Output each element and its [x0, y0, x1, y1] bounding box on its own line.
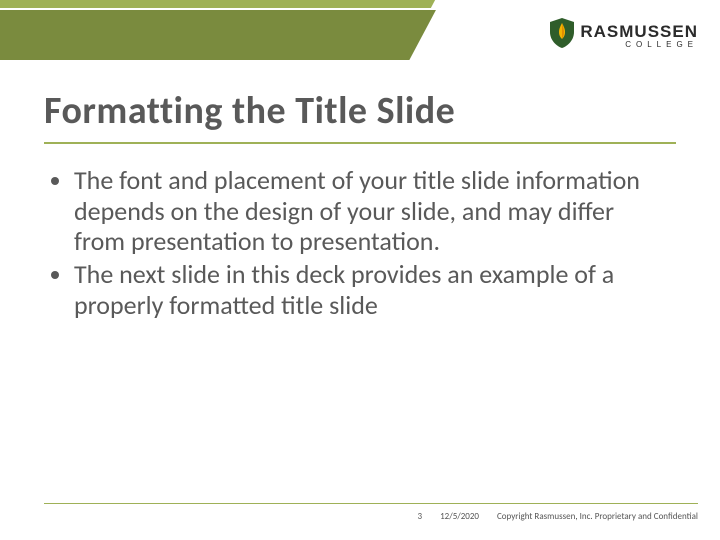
brand-subtitle: COLLEGE [625, 41, 698, 49]
bullet-item: The next slide in this deck provides an … [74, 259, 648, 320]
footer-divider [44, 503, 698, 504]
footer: 3 12/5/2020 Copyright Rasmussen, Inc. Pr… [44, 511, 698, 522]
footer-date: 12/5/2020 [440, 511, 479, 522]
brand-name: RASMUSSEN [580, 23, 698, 40]
slide-body: The font and placement of your title sli… [48, 165, 648, 322]
page-number: 3 [418, 511, 423, 522]
shield-icon [550, 18, 574, 53]
accent-stripe [0, 0, 425, 8]
bullet-item: The font and placement of your title sli… [74, 165, 648, 257]
footer-copyright: Copyright Rasmussen, Inc. Proprietary an… [497, 511, 698, 522]
brand-logo: RASMUSSEN COLLEGE [550, 18, 698, 53]
slide-title: Formatting the Title Slide [44, 88, 676, 144]
